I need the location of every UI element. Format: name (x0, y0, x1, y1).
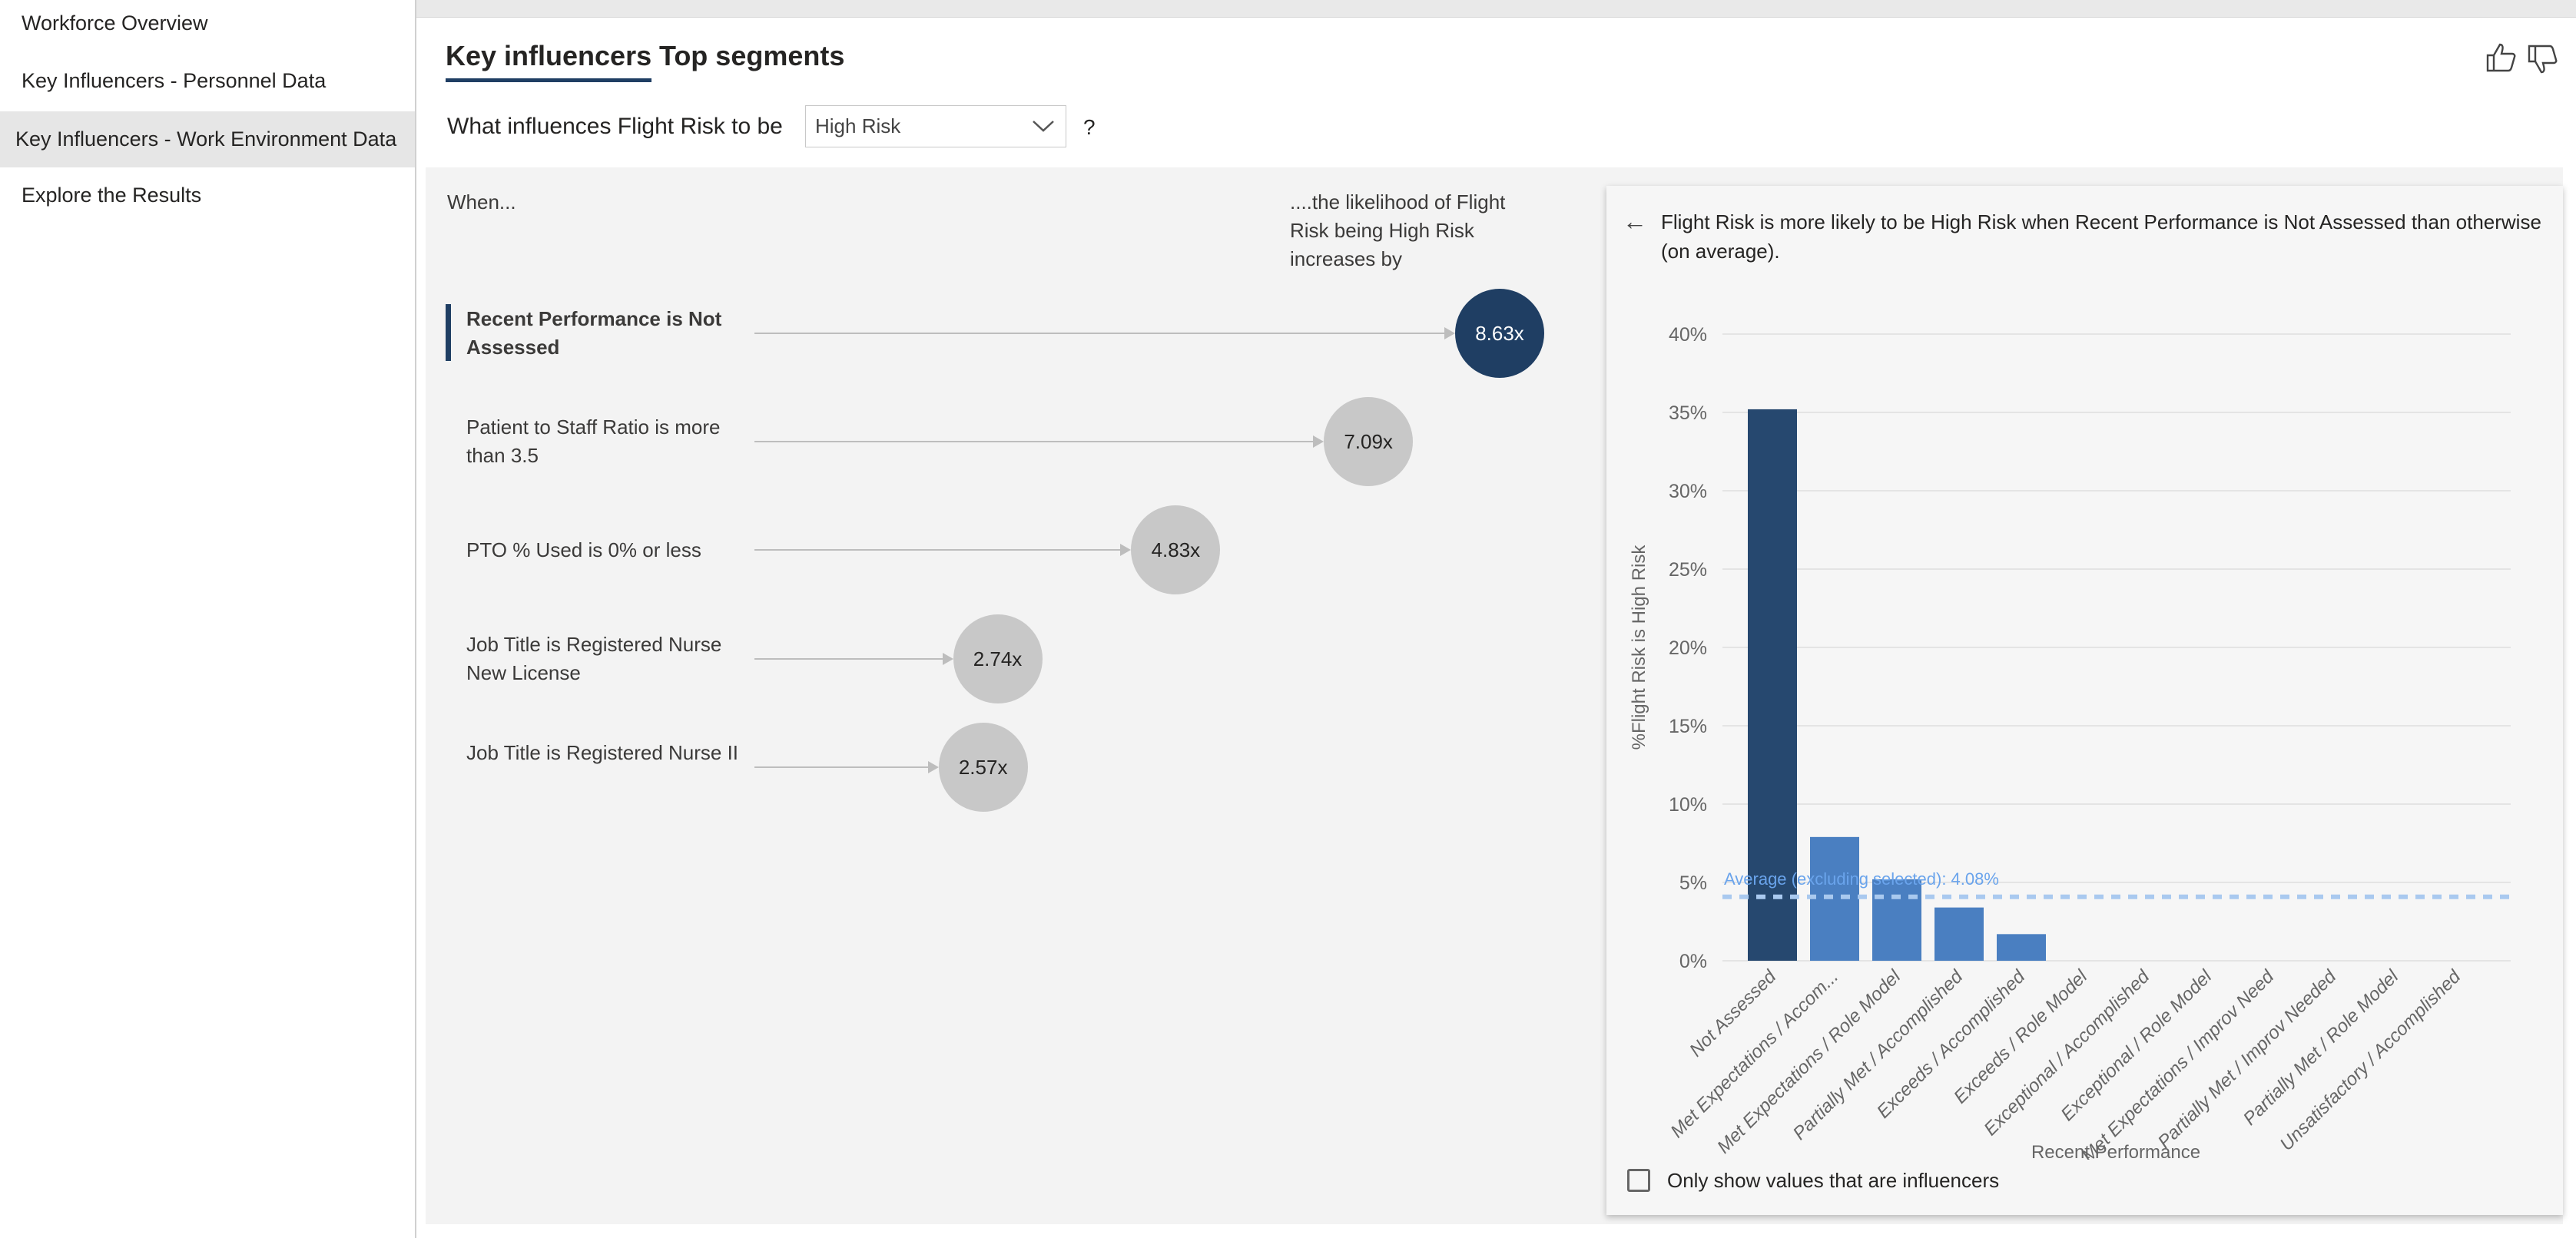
selected-influencer-marker (446, 304, 451, 361)
y-tick-label: 0% (1679, 951, 1707, 972)
arrowhead-icon (942, 653, 953, 665)
influencer-label[interactable]: Patient to Staff Ratio is more than 3.5 (466, 413, 743, 470)
only-influencers-checkbox[interactable] (1627, 1169, 1650, 1192)
bar (1872, 879, 1921, 961)
bar (1810, 836, 1859, 961)
question-suffix: ? (1083, 115, 1096, 139)
y-tick-label: 10% (1669, 794, 1707, 816)
influencer-value-bubble[interactable]: 7.09x (1324, 397, 1414, 486)
thumbs-up-icon[interactable] (2486, 43, 2517, 72)
likelihood-header: ....the likelihood of Flight Risk being … (1290, 190, 1506, 270)
influencer-value-bubble[interactable]: 4.83x (1131, 505, 1221, 594)
back-arrow-icon[interactable]: ← (1623, 207, 1647, 236)
top-toolbar-strip (416, 0, 2576, 18)
y-tick-label: 35% (1669, 402, 1707, 424)
arrowhead-icon (1444, 327, 1455, 339)
influencer-label[interactable]: Job Title is Registered Nurse II (466, 739, 743, 767)
y-tick-label: 20% (1669, 637, 1707, 659)
sidebar-item-key-influencers-work-environment[interactable]: Key Influencers - Work Environment Data (0, 111, 415, 167)
arrowhead-icon (1313, 435, 1324, 448)
only-influencers-checkbox-label: Only show values that are influencers (1667, 1169, 2000, 1192)
y-tick-label: 25% (1669, 559, 1707, 581)
recent-performance-bar-chart: 0%5%10%15%20%25%30%35%40%Not AssessedMet… (1629, 324, 2511, 1160)
influencer-label[interactable]: PTO % Used is 0% or less (466, 536, 743, 564)
influencer-label[interactable]: Job Title is Registered Nurse New Licens… (466, 631, 743, 687)
bar (1934, 907, 1984, 961)
detail-header: Flight Risk is more likely to be High Ri… (1661, 210, 2541, 263)
y-tick-label: 15% (1669, 716, 1707, 737)
page-navigation-sidebar: Workforce Overview Key Influencers - Per… (0, 0, 416, 1238)
bar (1997, 934, 2046, 961)
influencer-value-bubble[interactable]: 2.74x (953, 614, 1043, 703)
influencer-label[interactable]: Recent Performance is Not Assessed (466, 305, 743, 362)
sidebar-item-workforce-overview[interactable]: Workforce Overview (0, 0, 415, 51)
influencer-arrow-line (754, 766, 930, 768)
influencer-value-bubble[interactable]: 8.63x (1455, 289, 1544, 378)
when-header: When... (447, 190, 516, 214)
y-tick-label: 30% (1669, 481, 1707, 502)
arrowhead-icon (927, 761, 939, 773)
sidebar-item-key-influencers-personnel[interactable]: Key Influencers - Personnel Data (0, 53, 415, 108)
average-label: Average (excluding selected): 4.08% (1724, 869, 1999, 889)
sidebar-item-explore-results[interactable]: Explore the Results (0, 167, 415, 223)
y-axis-title: %Flight Risk is High Risk (1629, 545, 1649, 750)
tab-top-segments[interactable]: Top segments (659, 40, 844, 72)
thumbs-down-icon[interactable] (2528, 45, 2558, 74)
influencer-arrow-line (754, 441, 1315, 442)
target-value-dropdown[interactable]: High Risk (805, 105, 1066, 147)
arrowhead-icon (1120, 544, 1132, 556)
x-axis-title: Recent Performance (2031, 1142, 2200, 1160)
influencer-value-bubble[interactable]: 2.57x (938, 723, 1028, 812)
y-tick-label: 40% (1669, 324, 1707, 346)
influencer-arrow-line (754, 549, 1122, 551)
y-tick-label: 5% (1679, 872, 1707, 894)
influencer-arrow-line (754, 333, 1446, 334)
chevron-down-icon (1033, 121, 1054, 132)
tab-key-influencers[interactable]: Key influencers (446, 40, 652, 82)
influencer-arrow-line (754, 658, 944, 660)
question-label: What influences Flight Risk to be (447, 114, 783, 139)
dropdown-selected-value: High Risk (815, 114, 901, 137)
